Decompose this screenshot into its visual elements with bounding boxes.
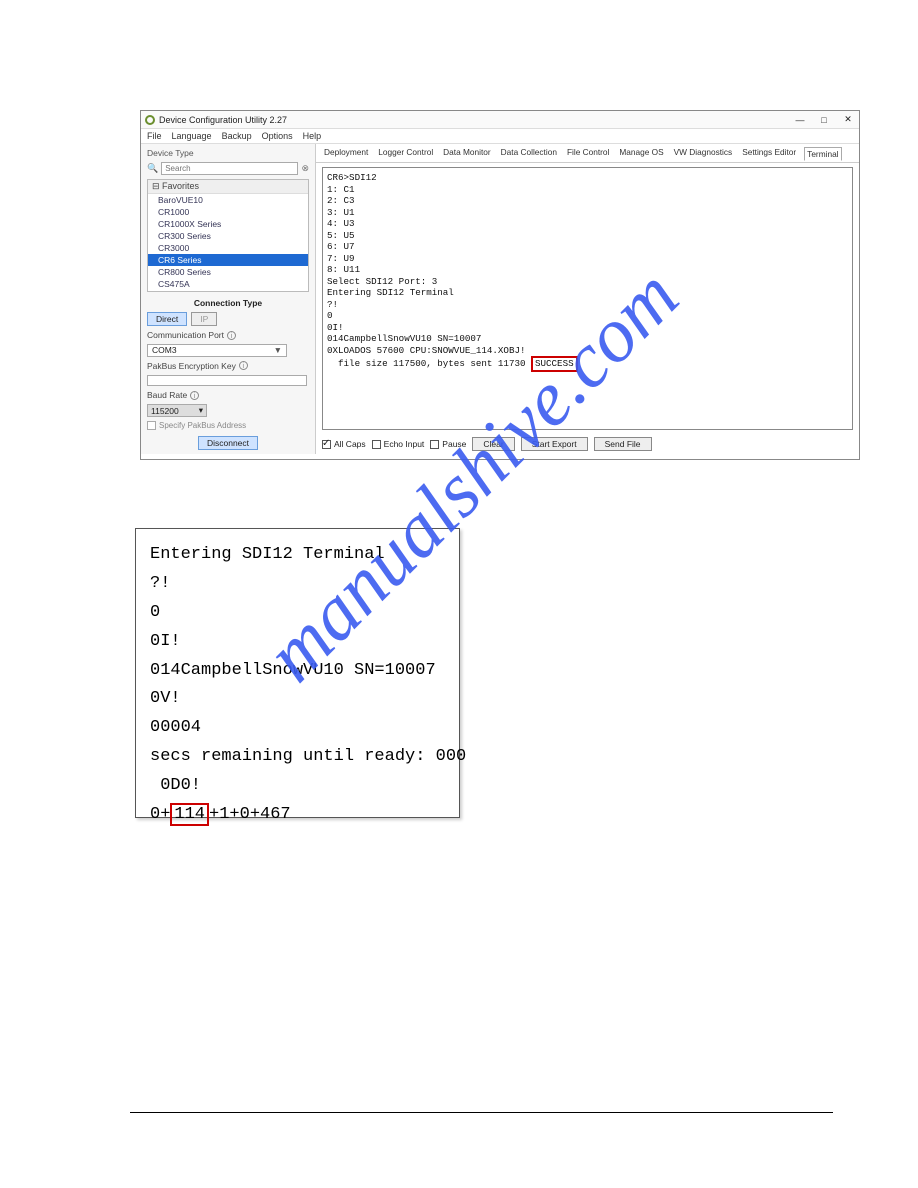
connection-type-label: Connection Type	[147, 298, 309, 308]
terminal-output: CR6>SDI121: C12: C33: U14: U35: U56: U77…	[327, 172, 848, 372]
chevron-down-icon: ▼	[274, 345, 282, 355]
sidebar-item-cr300[interactable]: CR300 Series	[148, 230, 308, 242]
app-window: Device Configuration Utility 2.27 — □ ✕ …	[140, 110, 860, 460]
clear-button[interactable]: Clear	[472, 437, 514, 451]
direct-button[interactable]: Direct	[147, 312, 187, 326]
chevron-down-icon: ▾	[199, 405, 203, 416]
sidebar: Device Type 🔍 ⊗ ⊟ Favorites BaroVUE10 CR…	[141, 144, 316, 454]
info-icon[interactable]: i	[190, 391, 199, 400]
tab-terminal[interactable]: Terminal	[804, 147, 841, 161]
tab-vw-diagnostics[interactable]: VW Diagnostics	[672, 146, 735, 160]
pause-label: Pause	[442, 439, 466, 449]
titlebar: Device Configuration Utility 2.27 — □ ✕	[141, 111, 859, 129]
close-button[interactable]: ✕	[841, 114, 855, 125]
start-export-button[interactable]: Start Export	[521, 437, 588, 451]
sidebar-item-cr3000[interactable]: CR3000	[148, 242, 308, 254]
tab-data-monitor[interactable]: Data Monitor	[441, 146, 493, 160]
favorites-list: ⊟ Favorites BaroVUE10 CR1000 CR1000X Ser…	[147, 179, 309, 292]
sidebar-item-levelvue[interactable]: LevelVUE B10	[148, 290, 308, 292]
menu-language[interactable]: Language	[172, 131, 212, 141]
menu-options[interactable]: Options	[262, 131, 293, 141]
device-type-label: Device Type	[147, 148, 309, 158]
search-input[interactable]	[161, 162, 298, 175]
tab-data-collection[interactable]: Data Collection	[499, 146, 559, 160]
value-highlight: 114	[170, 803, 209, 826]
maximize-button[interactable]: □	[817, 115, 831, 125]
baud-rate-label: Baud Rate i	[147, 390, 309, 400]
pakbus-key-label: PakBus Encryption Key i	[147, 361, 309, 371]
sidebar-item-barovue10[interactable]: BaroVUE10	[148, 194, 308, 206]
sidebar-item-cs475a[interactable]: CS475A	[148, 278, 308, 290]
tab-manage-os[interactable]: Manage OS	[617, 146, 665, 160]
ip-button[interactable]: IP	[191, 312, 217, 326]
search-icon: 🔍	[147, 163, 158, 174]
comm-port-select[interactable]: COM3 ▼	[147, 344, 287, 356]
allcaps-label: All Caps	[334, 439, 366, 449]
tab-settings-editor[interactable]: Settings Editor	[740, 146, 798, 160]
main-pane: Deployment Logger Control Data Monitor D…	[316, 144, 859, 454]
sidebar-item-cr1000[interactable]: CR1000	[148, 206, 308, 218]
echo-label: Echo Input	[384, 439, 425, 449]
tab-file-control[interactable]: File Control	[565, 146, 611, 160]
baud-rate-value: 115200	[151, 406, 179, 416]
clear-search-button[interactable]: ⊗	[301, 163, 309, 174]
sidebar-item-cr6[interactable]: CR6 Series	[148, 254, 308, 266]
terminal-area[interactable]: CR6>SDI121: C12: C33: U14: U35: U56: U77…	[322, 167, 853, 430]
specify-pakbus-checkbox[interactable]	[147, 421, 156, 430]
sdi12-example-output: Entering SDI12 Terminal ?! 0 0I! 014Camp…	[135, 528, 460, 818]
info-icon[interactable]: i	[239, 361, 248, 370]
menubar: File Language Backup Options Help	[141, 129, 859, 144]
baud-rate-select[interactable]: 115200 ▾	[147, 404, 207, 417]
echo-checkbox[interactable]	[372, 440, 381, 449]
tab-deployment[interactable]: Deployment	[322, 146, 370, 160]
pakbus-key-input[interactable]	[147, 375, 307, 386]
disconnect-button[interactable]: Disconnect	[198, 436, 258, 450]
allcaps-checkbox[interactable]	[322, 440, 331, 449]
sidebar-item-cr1000x[interactable]: CR1000X Series	[148, 218, 308, 230]
info-icon[interactable]: i	[227, 331, 236, 340]
send-file-button[interactable]: Send File	[594, 437, 652, 451]
terminal-toolbar: All Caps Echo Input Pause Clear Start Ex…	[316, 434, 859, 454]
minimize-button[interactable]: —	[793, 115, 807, 125]
menu-backup[interactable]: Backup	[222, 131, 252, 141]
success-highlight: SUCCESS	[531, 356, 578, 372]
comm-port-label: Communication Port i	[147, 330, 309, 340]
comm-port-value: COM3	[152, 345, 177, 355]
favorites-header[interactable]: ⊟ Favorites	[148, 180, 308, 194]
tab-logger-control[interactable]: Logger Control	[376, 146, 435, 160]
menu-file[interactable]: File	[147, 131, 162, 141]
menu-help[interactable]: Help	[303, 131, 322, 141]
sidebar-item-cr800[interactable]: CR800 Series	[148, 266, 308, 278]
specify-pakbus-label: Specify PakBus Address	[159, 421, 246, 430]
tab-bar: Deployment Logger Control Data Monitor D…	[316, 144, 859, 163]
app-icon	[145, 115, 155, 125]
footer-divider	[130, 1112, 833, 1113]
window-title: Device Configuration Utility 2.27	[159, 115, 287, 125]
pause-checkbox[interactable]	[430, 440, 439, 449]
